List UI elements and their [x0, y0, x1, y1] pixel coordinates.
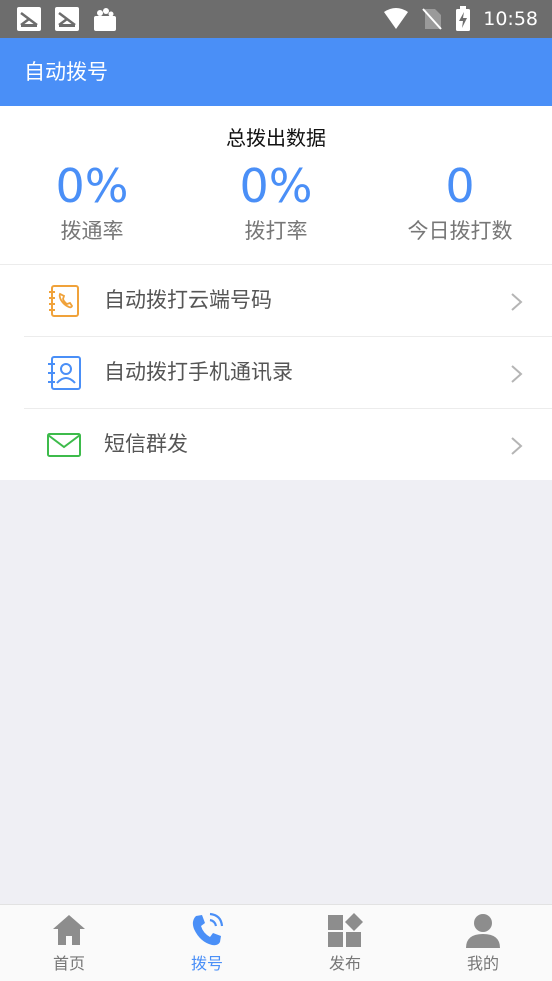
- battery-charging-icon: [456, 6, 471, 31]
- tab-label: 发布: [328, 954, 361, 973]
- stat-connect-rate: 0% 拨通率: [0, 158, 184, 246]
- tab-label: 拨号: [190, 954, 223, 973]
- menu-item-label: 自动拨打手机通讯录: [104, 360, 293, 384]
- chevron-right-icon: [511, 437, 523, 455]
- menu-item-cloud-dial[interactable]: 自动拨打云端号码: [24, 265, 552, 337]
- chevron-right-icon: [511, 365, 523, 383]
- feature-menu: 自动拨打云端号码 自动拨打手机通讯录 短信群发: [0, 264, 552, 480]
- stat-value: 0%: [239, 159, 313, 213]
- clock: 10:58: [483, 8, 538, 30]
- phone-call-icon: [192, 912, 224, 946]
- stat-label: 拨通率: [60, 219, 124, 243]
- contacts-icon: [48, 356, 81, 390]
- tab-profile[interactable]: 我的: [414, 905, 552, 981]
- stats-panel: 总拨出数据 0% 拨通率 0% 拨打率 0 今日拨打数: [0, 106, 552, 264]
- notification-icons: [16, 6, 118, 32]
- notification-bag-icon: [94, 8, 116, 31]
- tab-dial[interactable]: 拨号: [138, 905, 276, 981]
- bottom-tab-bar: 首页 拨号 发布 我的: [0, 904, 552, 981]
- tab-label: 我的: [466, 954, 499, 973]
- stat-label: 拨打率: [244, 219, 308, 243]
- no-sim-icon: [422, 8, 442, 30]
- chevron-right-icon: [511, 293, 523, 311]
- profile-icon: [466, 914, 500, 948]
- stat-dial-rate: 0% 拨打率: [184, 158, 368, 246]
- tab-home[interactable]: 首页: [0, 905, 138, 981]
- phone-book-icon: [49, 285, 79, 317]
- stat-today-count: 0 今日拨打数: [368, 158, 552, 246]
- menu-item-label: 短信群发: [104, 432, 188, 456]
- menu-item-label: 自动拨打云端号码: [104, 288, 272, 312]
- wifi-icon: [384, 8, 409, 29]
- tab-publish[interactable]: 发布: [276, 905, 414, 981]
- status-bar: 10:58: [0, 0, 552, 38]
- stat-value: 0%: [55, 159, 129, 213]
- menu-item-contacts-dial[interactable]: 自动拨打手机通讯录: [24, 337, 552, 409]
- menu-item-sms-broadcast[interactable]: 短信群发: [24, 409, 552, 481]
- notification-app-icon: [17, 7, 41, 31]
- stat-label: 今日拨打数: [407, 219, 513, 243]
- notification-app-icon: [55, 7, 79, 31]
- tab-label: 首页: [52, 954, 85, 973]
- envelope-icon: [47, 433, 81, 457]
- app-bar: 自动拨号: [0, 38, 552, 106]
- stats-title: 总拨出数据: [226, 126, 326, 150]
- system-icons: 10:58: [383, 6, 538, 32]
- page-title: 自动拨号: [24, 60, 108, 84]
- home-icon: [53, 915, 85, 945]
- publish-grid-icon: [328, 913, 363, 947]
- stat-value: 0: [445, 159, 475, 213]
